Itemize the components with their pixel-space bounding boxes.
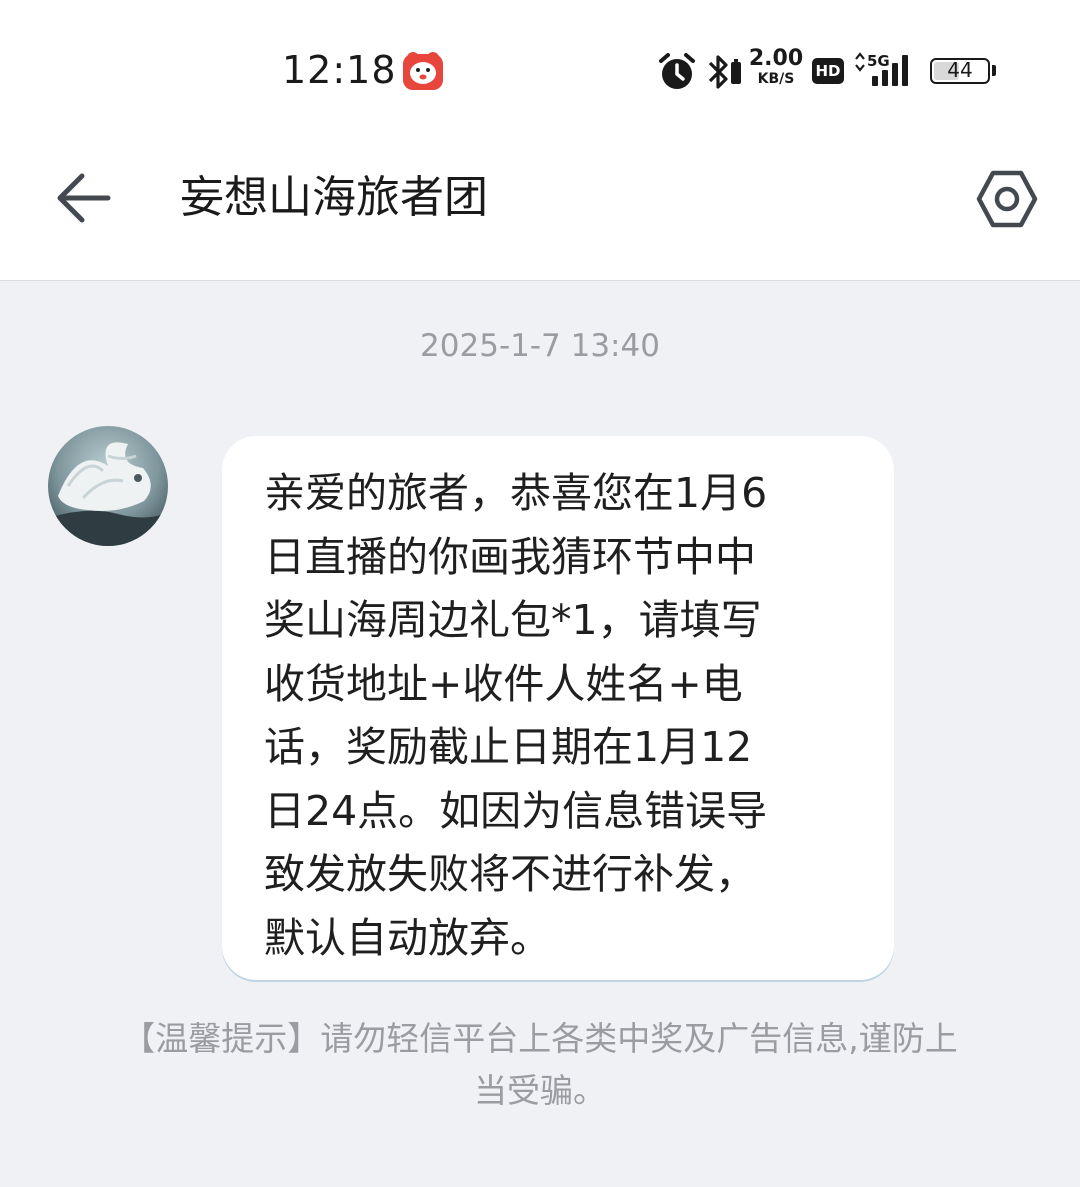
battery-tip [992, 65, 996, 76]
status-bar: 12:18 2.00 KB/S HD 5G 44 [0, 0, 1080, 140]
net-speed: 2.00 KB/S [748, 46, 804, 87]
alarm-icon [658, 52, 696, 96]
battery-icon: 44 [930, 58, 990, 84]
back-arrow-icon [57, 173, 111, 223]
signal-5g-icon: 5G [854, 50, 916, 94]
warning-tip: 【温馨提示】请勿轻信平台上各类中奖及广告信息,谨防上 当受骗。 [80, 1013, 1000, 1117]
net-speed-unit: KB/S [757, 71, 795, 87]
app-notification-icon [403, 52, 443, 90]
chat-header: 妄想山海旅者团 [0, 140, 1080, 281]
bluetooth-icon [706, 52, 742, 96]
status-icons-group: 2.00 KB/S HD 5G 44 [658, 46, 1003, 96]
net-speed-value: 2.00 [748, 46, 804, 71]
network-label: 5G [867, 52, 890, 70]
hd-icon: HD [812, 58, 844, 84]
sender-avatar[interactable] [48, 426, 168, 546]
settings-button[interactable] [976, 168, 1038, 230]
settings-hexagon-icon [976, 170, 1038, 228]
battery-level: 44 [947, 58, 973, 82]
status-time: 12:18 [282, 48, 397, 92]
message-bubble[interactable]: 亲爱的旅者，恭喜您在1月6 日直播的你画我猜环节中中 奖山海周边礼包*1，请填写… [222, 436, 894, 980]
message-timestamp: 2025-1-7 13:40 [420, 328, 660, 364]
chat-title: 妄想山海旅者团 [180, 172, 488, 223]
hd-label: HD [815, 62, 841, 80]
warning-tip-line-2: 当受骗。 [474, 1071, 606, 1110]
back-button[interactable] [50, 170, 120, 226]
warning-tip-line-1: 【温馨提示】请勿轻信平台上各类中奖及广告信息,谨防上 [122, 1019, 958, 1058]
message-text: 亲爱的旅者，恭喜您在1月6 日直播的你画我猜环节中中 奖山海周边礼包*1，请填写… [264, 469, 768, 962]
